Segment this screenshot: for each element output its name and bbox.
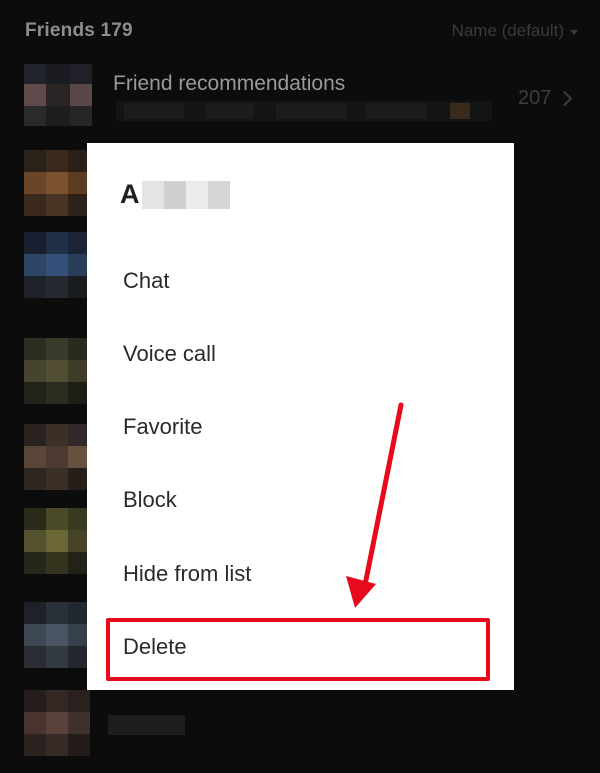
friend-name-initial: A xyxy=(120,179,140,209)
friend-name-redacted xyxy=(141,180,230,209)
friends-count-title: Friends 179 xyxy=(25,20,133,41)
recommendations-count[interactable]: 207 xyxy=(518,87,573,110)
friend-avatar[interactable] xyxy=(24,232,90,298)
menu-item-chat[interactable]: Chat xyxy=(123,268,169,294)
recommendations-label[interactable]: Friend recommendations xyxy=(113,72,345,96)
friend-avatar[interactable] xyxy=(24,602,90,668)
friends-screen: Friends 179 Name (default) Friend recomm… xyxy=(0,0,600,773)
sort-label: Name (default) xyxy=(451,21,564,40)
menu-item-favorite[interactable]: Favorite xyxy=(123,414,202,440)
chevron-right-icon xyxy=(557,90,573,107)
delete-highlight-box xyxy=(106,618,490,681)
friend-avatar[interactable] xyxy=(24,508,90,574)
menu-item-block[interactable]: Block xyxy=(123,487,177,513)
friend-avatar[interactable] xyxy=(24,150,90,216)
friend-options-dialog: A Chat Voice call Favorite Block Hide fr… xyxy=(87,143,514,690)
menu-item-voice-call[interactable]: Voice call xyxy=(123,341,216,367)
menu-item-hide-from-list[interactable]: Hide from list xyxy=(123,561,251,587)
friend-avatar[interactable] xyxy=(24,338,90,404)
friend-avatar[interactable] xyxy=(24,424,90,490)
friend-name-blurred xyxy=(108,715,185,735)
recommendations-preview xyxy=(116,101,492,121)
sort-dropdown[interactable]: Name (default) xyxy=(452,21,578,41)
friend-avatar[interactable] xyxy=(24,690,90,756)
recommendation-avatar[interactable] xyxy=(24,64,92,126)
dialog-title: A xyxy=(120,179,230,210)
caret-down-icon xyxy=(570,29,578,35)
